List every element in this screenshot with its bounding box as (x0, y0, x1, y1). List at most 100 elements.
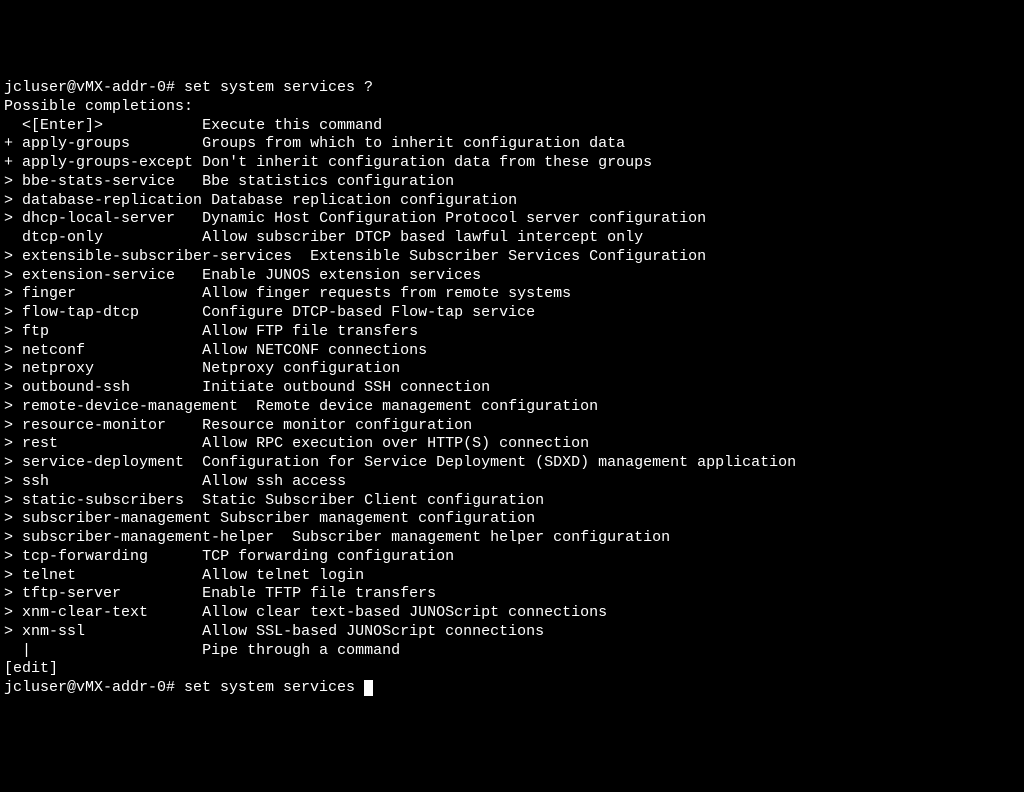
completion-command: extensible-subscriber-services (22, 248, 292, 265)
prompt-user: jcluser@vMX-addr-0# (4, 679, 184, 696)
completion-description: Enable TFTP file transfers (202, 585, 436, 602)
completion-marker: > (4, 492, 22, 509)
completion-marker: > (4, 360, 22, 377)
prompt-line-active[interactable]: jcluser@vMX-addr-0# set system services (4, 679, 1020, 698)
completion-description: Allow finger requests from remote system… (202, 285, 571, 302)
completion-command: | (22, 642, 31, 659)
completion-description: Execute this command (202, 117, 382, 134)
completion-command: tcp-forwarding (22, 548, 148, 565)
completion-pad (103, 117, 202, 134)
completion-pad (130, 135, 202, 152)
completion-pad (103, 229, 202, 246)
completion-row: | Pipe through a command (4, 642, 1020, 661)
completion-description: Pipe through a command (202, 642, 400, 659)
completion-command: netconf (22, 342, 85, 359)
completion-pad (85, 342, 202, 359)
completion-description: Extensible Subscriber Services Configura… (310, 248, 706, 265)
completion-command: subscriber-management-helper (22, 529, 274, 546)
completion-marker: > (4, 454, 22, 471)
completion-row: > subscriber-management Subscriber manag… (4, 510, 1020, 529)
completion-pad (49, 473, 202, 490)
terminal-output: jcluser@vMX-addr-0# set system services … (4, 79, 1020, 698)
completion-pad (166, 417, 202, 434)
completion-description: Enable JUNOS extension services (202, 267, 481, 284)
completion-command: xnm-clear-text (22, 604, 148, 621)
completion-pad (121, 585, 202, 602)
completion-row: > tftp-server Enable TFTP file transfers (4, 585, 1020, 604)
completion-pad (184, 492, 202, 509)
completion-description: Configuration for Service Deployment (SD… (202, 454, 796, 471)
completion-pad (148, 604, 202, 621)
completion-command: <[Enter]> (22, 117, 103, 134)
completion-marker: > (4, 567, 22, 584)
completion-row: > static-subscribers Static Subscriber C… (4, 492, 1020, 511)
completion-marker: > (4, 604, 22, 621)
completion-marker (4, 117, 22, 134)
completion-description: Subscriber management helper configurati… (292, 529, 670, 546)
completion-description: Groups from which to inherit configurati… (202, 135, 625, 152)
completion-pad (76, 285, 202, 302)
completion-command: remote-device-management (22, 398, 238, 415)
completion-row: > rest Allow RPC execution over HTTP(S) … (4, 435, 1020, 454)
completion-description: Bbe statistics configuration (202, 173, 454, 190)
completion-pad (76, 567, 202, 584)
completion-pad (49, 323, 202, 340)
completion-marker: > (4, 342, 22, 359)
completion-row: > outbound-ssh Initiate outbound SSH con… (4, 379, 1020, 398)
completion-row: > xnm-clear-text Allow clear text-based … (4, 604, 1020, 623)
completion-row: > ftp Allow FTP file transfers (4, 323, 1020, 342)
completion-row: > extension-service Enable JUNOS extensi… (4, 267, 1020, 286)
command-input[interactable]: set system services (184, 679, 364, 696)
completion-marker: > (4, 623, 22, 640)
completion-row: <[Enter]> Execute this command (4, 117, 1020, 136)
prompt-user: jcluser@vMX-addr-0# (4, 79, 184, 96)
completion-marker: > (4, 323, 22, 340)
completion-pad (175, 173, 202, 190)
completion-row: > ssh Allow ssh access (4, 473, 1020, 492)
completions-header: Possible completions: (4, 98, 1020, 117)
completion-marker: > (4, 267, 22, 284)
completion-marker: > (4, 548, 22, 565)
completion-pad (31, 642, 202, 659)
completion-row: > subscriber-management-helper Subscribe… (4, 529, 1020, 548)
completion-pad (148, 548, 202, 565)
completion-description: Allow subscriber DTCP based lawful inter… (202, 229, 643, 246)
completion-description: Allow telnet login (202, 567, 364, 584)
completion-marker: > (4, 417, 22, 434)
completion-command: dhcp-local-server (22, 210, 175, 227)
completion-description: Allow RPC execution over HTTP(S) connect… (202, 435, 589, 452)
completion-row: > bbe-stats-service Bbe statistics confi… (4, 173, 1020, 192)
completion-command: tftp-server (22, 585, 121, 602)
completion-description: Initiate outbound SSH connection (202, 379, 490, 396)
completion-marker: > (4, 435, 22, 452)
completion-marker (4, 229, 22, 246)
completion-command: bbe-stats-service (22, 173, 175, 190)
completion-description: Database replication configuration (211, 192, 517, 209)
cursor-icon (364, 680, 373, 696)
completion-row: dtcp-only Allow subscriber DTCP based la… (4, 229, 1020, 248)
completion-row: + apply-groups-except Don't inherit conf… (4, 154, 1020, 173)
completion-marker: + (4, 135, 22, 152)
completion-row: > netconf Allow NETCONF connections (4, 342, 1020, 361)
completion-pad (202, 192, 211, 209)
completion-command: netproxy (22, 360, 94, 377)
completion-marker: > (4, 173, 22, 190)
completion-description: TCP forwarding configuration (202, 548, 454, 565)
completion-row: + apply-groups Groups from which to inhe… (4, 135, 1020, 154)
completion-pad (58, 435, 202, 452)
completion-command: flow-tap-dtcp (22, 304, 139, 321)
completion-command: xnm-ssl (22, 623, 85, 640)
completion-command: service-deployment (22, 454, 184, 471)
completion-row: > service-deployment Configuration for S… (4, 454, 1020, 473)
completion-row: > xnm-ssl Allow SSL-based JUNOScript con… (4, 623, 1020, 642)
completion-pad (238, 398, 256, 415)
completion-row: > netproxy Netproxy configuration (4, 360, 1020, 379)
completion-row: > extensible-subscriber-services Extensi… (4, 248, 1020, 267)
completion-marker: > (4, 285, 22, 302)
completion-row: > database-replication Database replicat… (4, 192, 1020, 211)
completion-description: Static Subscriber Client configuration (202, 492, 544, 509)
completion-description: Configure DTCP-based Flow-tap service (202, 304, 535, 321)
completion-command: apply-groups (22, 135, 130, 152)
completion-description: Netproxy configuration (202, 360, 400, 377)
completion-marker: > (4, 248, 22, 265)
